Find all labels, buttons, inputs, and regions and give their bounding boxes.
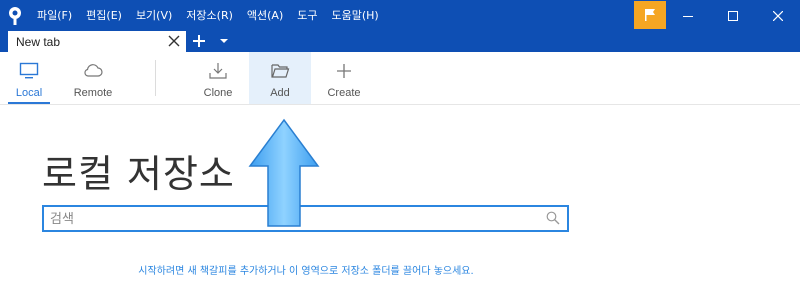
minimize-icon [682, 15, 693, 17]
tab-new-tab[interactable]: New tab [8, 31, 186, 52]
menu-view[interactable]: 보기(V) [129, 0, 179, 31]
menu-tools[interactable]: 도구 [290, 0, 324, 31]
toolbar-separator [155, 60, 156, 96]
remote-button[interactable]: Remote [64, 52, 122, 104]
plus-icon [337, 64, 351, 78]
cloud-icon [84, 64, 103, 77]
search-icon[interactable] [546, 211, 560, 225]
tab-label: New tab [16, 34, 61, 49]
tab-list-dropdown-icon[interactable] [219, 37, 229, 45]
add-label: Add [270, 87, 290, 99]
local-button[interactable]: Local [2, 52, 56, 104]
minimize-button[interactable] [665, 0, 710, 31]
tab-close-icon[interactable] [167, 34, 181, 48]
maximize-button[interactable] [710, 0, 755, 31]
local-label: Local [15, 87, 43, 99]
close-icon [772, 10, 783, 21]
menu-file[interactable]: 파일(F) [30, 0, 79, 31]
flag-icon [645, 9, 655, 21]
menu-bar: 파일(F) 편집(E) 보기(V) 저장소(R) 액션(A) 도구 도움말(H) [30, 0, 386, 31]
create-button[interactable]: Create [314, 52, 374, 104]
download-icon [209, 63, 227, 79]
clone-label: Clone [203, 87, 233, 99]
page-title: 로컬 저장소 [42, 152, 235, 196]
app-logo-icon [0, 0, 30, 31]
remote-label: Remote [73, 87, 113, 99]
flag-button[interactable] [634, 1, 666, 29]
menu-actions[interactable]: 액션(A) [240, 0, 290, 31]
clone-button[interactable]: Clone [188, 52, 248, 104]
create-label: Create [327, 87, 361, 99]
maximize-icon [727, 10, 738, 21]
folder-open-icon [271, 64, 290, 78]
close-window-button[interactable] [755, 0, 800, 31]
menu-repository[interactable]: 저장소(R) [179, 0, 240, 31]
monitor-icon [19, 62, 39, 79]
title-bar: 파일(F) 편집(E) 보기(V) 저장소(R) 액션(A) 도구 도움말(H) [0, 0, 800, 31]
window-controls [665, 0, 800, 31]
empty-state-hint: 시작하려면 새 책갈피를 추가하거나 이 영역으로 저장소 폴더를 끌어다 놓으… [138, 266, 474, 277]
annotation-arrow-up-icon [248, 118, 320, 227]
menu-edit[interactable]: 편집(E) [79, 0, 129, 31]
toolbar: Local Remote Clone Add Create [0, 52, 800, 105]
new-tab-plus-icon[interactable] [191, 33, 207, 49]
menu-help[interactable]: 도움말(H) [325, 0, 386, 31]
tab-strip: New tab [0, 31, 800, 52]
add-button[interactable]: Add [249, 52, 311, 104]
